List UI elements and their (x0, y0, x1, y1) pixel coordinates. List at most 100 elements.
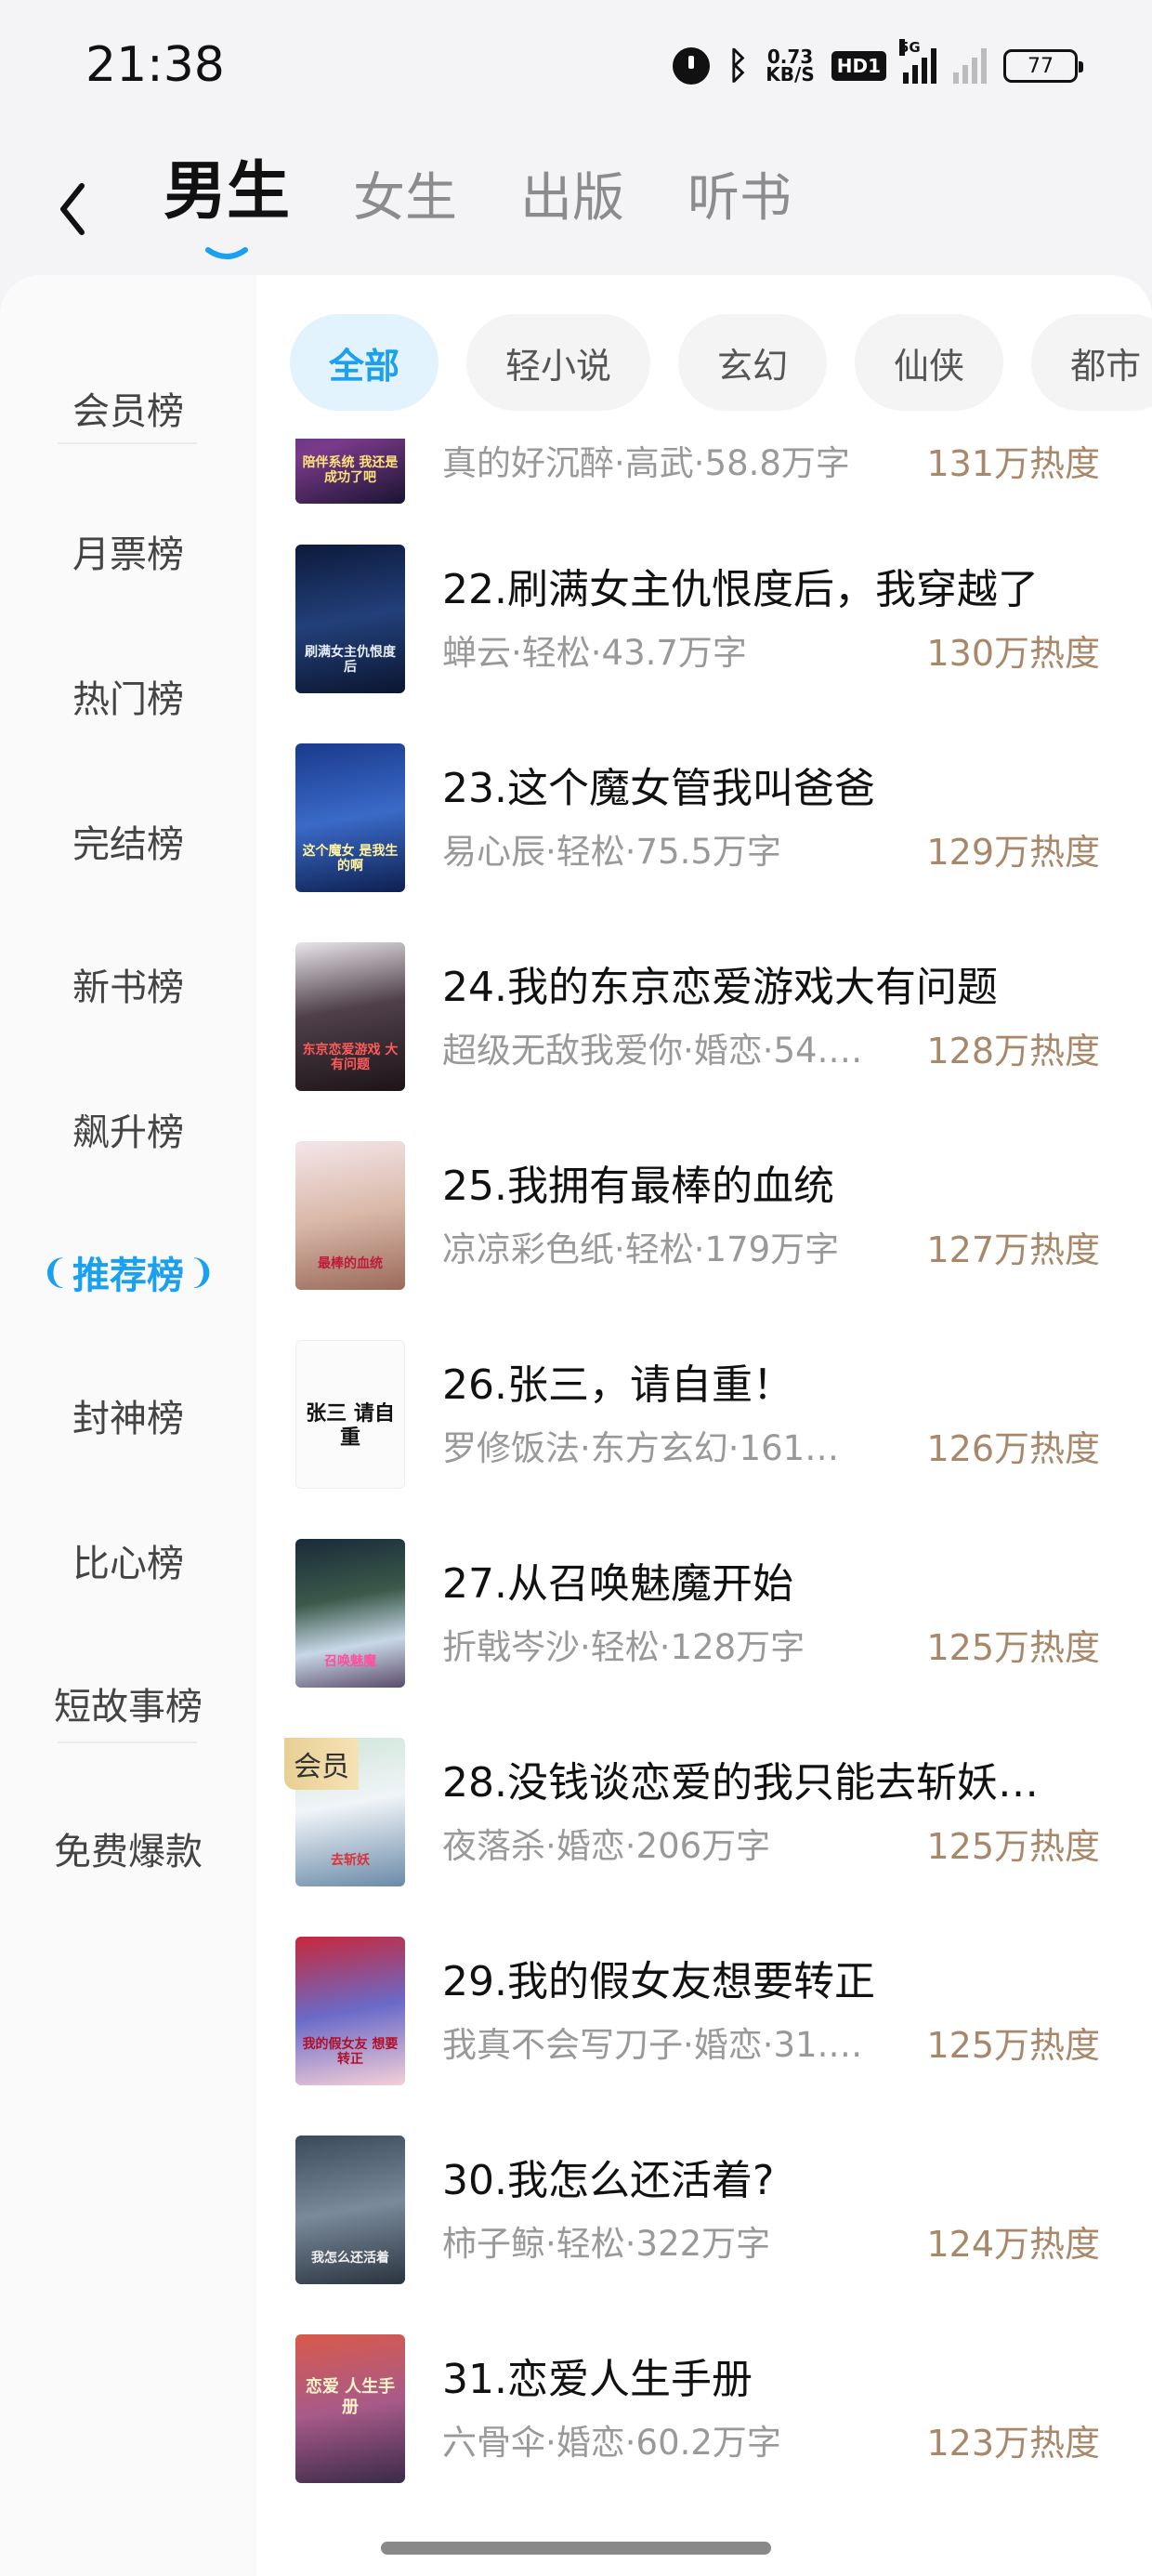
book-meta: 柿子鲸·轻松·322万字 (442, 2224, 771, 2264)
book-title: 31.恋爱人生手册 (442, 2356, 753, 2403)
book-cover-title: 张三 请自重 (306, 1402, 395, 1450)
laurel-right-icon: ❩ (188, 1253, 216, 1292)
sidebar-divider (58, 1741, 197, 1743)
book-list: 陪伴系统 我还是成功了吧 真的好沉醉·高武·58.8万字 131万热度 刷满女主… (256, 439, 1152, 2576)
book-item[interactable]: 去斩妖 会员 28.没钱谈恋爱的我只能去斩妖… 夜落杀·婚恋·206万字 125… (256, 1738, 1152, 1886)
book-meta: 凉凉彩色纸·轻松·179万字 (442, 1229, 840, 1269)
book-meta: 超级无敌我爱你·婚恋·54.… (442, 1031, 863, 1071)
book-cover-title: 这个魔女 是我生的啊 (302, 844, 399, 874)
book-title: 25.我拥有最棒的血统 (442, 1163, 834, 1210)
sidebar-item-member[interactable]: 会员榜 (0, 375, 256, 440)
book-cover: 刷满女主仇恨度后 (295, 545, 405, 693)
book-title: 23.这个魔女管我叫爸爸 (442, 765, 875, 812)
member-badge: 会员 (284, 1738, 359, 1790)
book-cover-title: 陪伴系统 我还是成功了吧 (302, 455, 399, 485)
signal-icon: 5G (899, 39, 936, 84)
book-heat: 129万热度 (926, 832, 1100, 873)
status-icons: ᛒ 0.73 KB/S HD1 5G 77 (673, 39, 1083, 87)
book-heat: 125万热度 (926, 1826, 1100, 1867)
chip-xianxia[interactable]: 仙侠 (855, 314, 1004, 411)
book-title: 24.我的东京恋爱游戏大有问题 (442, 964, 998, 1011)
sidebar-item-monthly[interactable]: 月票榜 (0, 519, 256, 584)
sidebar-item-recommend[interactable]: ❨ 推荐榜 ❩ (0, 1240, 256, 1305)
status-bar: 21:38 ᛒ 0.73 KB/S HD1 5G 77 (0, 0, 1152, 139)
book-meta: 六骨伞·婚恋·60.2万字 (442, 2423, 781, 2463)
book-cover: 恋爱 人生手册 (295, 2334, 405, 2483)
book-item[interactable]: 张三 请自重 26.张三，请自重！ 罗修饭法·东方玄幻·161… 126万热度 (256, 1340, 1152, 1489)
book-cover-title: 我怎么还活着 (311, 2251, 389, 2266)
top-tabs: 男生 女生 出版 听书 (164, 139, 792, 259)
book-cover: 这个魔女 是我生的啊 (295, 743, 405, 892)
book-heat: 125万热度 (926, 1627, 1100, 1668)
status-time: 21:38 (85, 37, 225, 93)
book-cover-title: 东京恋爱游戏 大有问题 (302, 1043, 399, 1072)
book-title: 26.张三，请自重！ (442, 1361, 793, 1409)
book-cover-title: 刷满女主仇恨度后 (305, 645, 396, 675)
book-meta: 真的好沉醉·高武·58.8万字 (442, 443, 850, 483)
book-cover-title: 去斩妖 (331, 1853, 370, 1868)
book-item[interactable]: 陪伴系统 我还是成功了吧 真的好沉醉·高武·58.8万字 131万热度 (256, 439, 1152, 504)
book-meta: 折戟岑沙·轻松·128万字 (442, 1627, 805, 1667)
book-meta: 罗修饭法·东方玄幻·161… (442, 1428, 840, 1468)
book-heat: 126万热度 (926, 1428, 1100, 1469)
sidebar-item-completed[interactable]: 完结榜 (0, 808, 256, 874)
book-cover-title: 召唤魅魔 (324, 1654, 376, 1669)
book-title: 27.从召唤魅魔开始 (442, 1560, 793, 1608)
book-cover: 最棒的血统 (295, 1141, 405, 1290)
book-item[interactable]: 恋爱 人生手册 31.恋爱人生手册 六骨伞·婚恋·60.2万字 123万热度 (256, 2334, 1152, 2483)
chip-urban[interactable]: 都市 (1031, 314, 1152, 411)
book-item[interactable]: 刷满女主仇恨度后 22.刷满女主仇恨度后，我穿越了 蝉云·轻松·43.7万字 1… (256, 545, 1152, 693)
book-cover: 召唤魅魔 (295, 1539, 405, 1688)
net-speed-unit: KB/S (766, 63, 815, 85)
book-heat: 124万热度 (926, 2224, 1100, 2265)
book-item[interactable]: 最棒的血统 25.我拥有最棒的血统 凉凉彩色纸·轻松·179万字 127万热度 (256, 1141, 1152, 1290)
category-chips: 全部 轻小说 玄幻 仙侠 都市 (290, 314, 1152, 411)
chip-light-novel[interactable]: 轻小说 (466, 314, 651, 411)
book-heat: 127万热度 (926, 1229, 1100, 1270)
book-item[interactable]: 我怎么还活着 30.我怎么还活着? 柿子鲸·轻松·322万字 124万热度 (256, 2136, 1152, 2284)
laurel-left-icon: ❨ (40, 1253, 69, 1292)
book-item[interactable]: 召唤魅魔 27.从召唤魅魔开始 折戟岑沙·轻松·128万字 125万热度 (256, 1539, 1152, 1688)
chip-all[interactable]: 全部 (290, 314, 439, 411)
sidebar-item-new[interactable]: 新书榜 (0, 952, 256, 1017)
home-indicator[interactable] (381, 2542, 771, 2555)
tab-audiobook[interactable]: 听书 (687, 156, 792, 231)
sidebar-item-heart[interactable]: 比心榜 (0, 1528, 256, 1593)
book-heat: 128万热度 (926, 1031, 1100, 1071)
book-meta: 易心辰·轻松·75.5万字 (442, 832, 781, 872)
tab-female[interactable]: 女生 (353, 156, 457, 231)
book-item[interactable]: 东京恋爱游戏 大有问题 24.我的东京恋爱游戏大有问题 超级无敌我爱你·婚恋·5… (256, 942, 1152, 1091)
hd-icon: HD1 (831, 51, 886, 81)
book-title: 22.刷满女主仇恨度后，我穿越了 (442, 566, 1039, 613)
tab-male[interactable]: 男生 (164, 139, 291, 259)
bluetooth-icon: ᛒ (727, 45, 750, 87)
book-item[interactable]: 这个魔女 是我生的啊 23.这个魔女管我叫爸爸 易心辰·轻松·75.5万字 12… (256, 743, 1152, 892)
sidebar-item-hot[interactable]: 热门榜 (0, 664, 256, 729)
sidebar-item-rising[interactable]: 飙升榜 (0, 1097, 256, 1162)
back-icon[interactable] (54, 177, 91, 242)
book-cover: 张三 请自重 (295, 1340, 405, 1489)
book-item[interactable]: 我的假女友 想要转正 29.我的假女友想要转正 我真不会写刀子·婚恋·31.… … (256, 1937, 1152, 2085)
book-heat: 131万热度 (926, 443, 1100, 484)
signal-label: 5G (899, 39, 921, 56)
alarm-icon (673, 47, 711, 85)
net-speed: 0.73 KB/S (766, 47, 815, 85)
book-cover: 我怎么还活着 (295, 2136, 405, 2284)
chip-fantasy[interactable]: 玄幻 (678, 314, 828, 411)
book-title: 29.我的假女友想要转正 (442, 1958, 875, 2005)
sidebar-item-legend[interactable]: 封神榜 (0, 1383, 256, 1448)
tab-underline-icon (205, 247, 248, 259)
book-cover-title: 恋爱 人生手册 (305, 2377, 396, 2417)
book-cover: 我的假女友 想要转正 (295, 1937, 405, 2085)
battery-icon: 77 (1003, 49, 1083, 83)
sidebar-item-short-story[interactable]: 短故事榜 (0, 1671, 256, 1736)
signal-2-icon (953, 48, 987, 84)
tab-publish[interactable]: 出版 (520, 156, 624, 231)
book-cover-title: 我的假女友 想要转正 (302, 2037, 399, 2067)
book-cover-title: 最棒的血统 (318, 1256, 383, 1271)
book-heat: 130万热度 (926, 633, 1100, 674)
sidebar-item-recommend-label: 推荐榜 (72, 1255, 184, 1297)
tab-male-label: 男生 (164, 155, 291, 229)
sidebar-item-free-hits[interactable]: 免费爆款 (0, 1816, 256, 1881)
book-title: 30.我怎么还活着? (442, 2157, 775, 2204)
